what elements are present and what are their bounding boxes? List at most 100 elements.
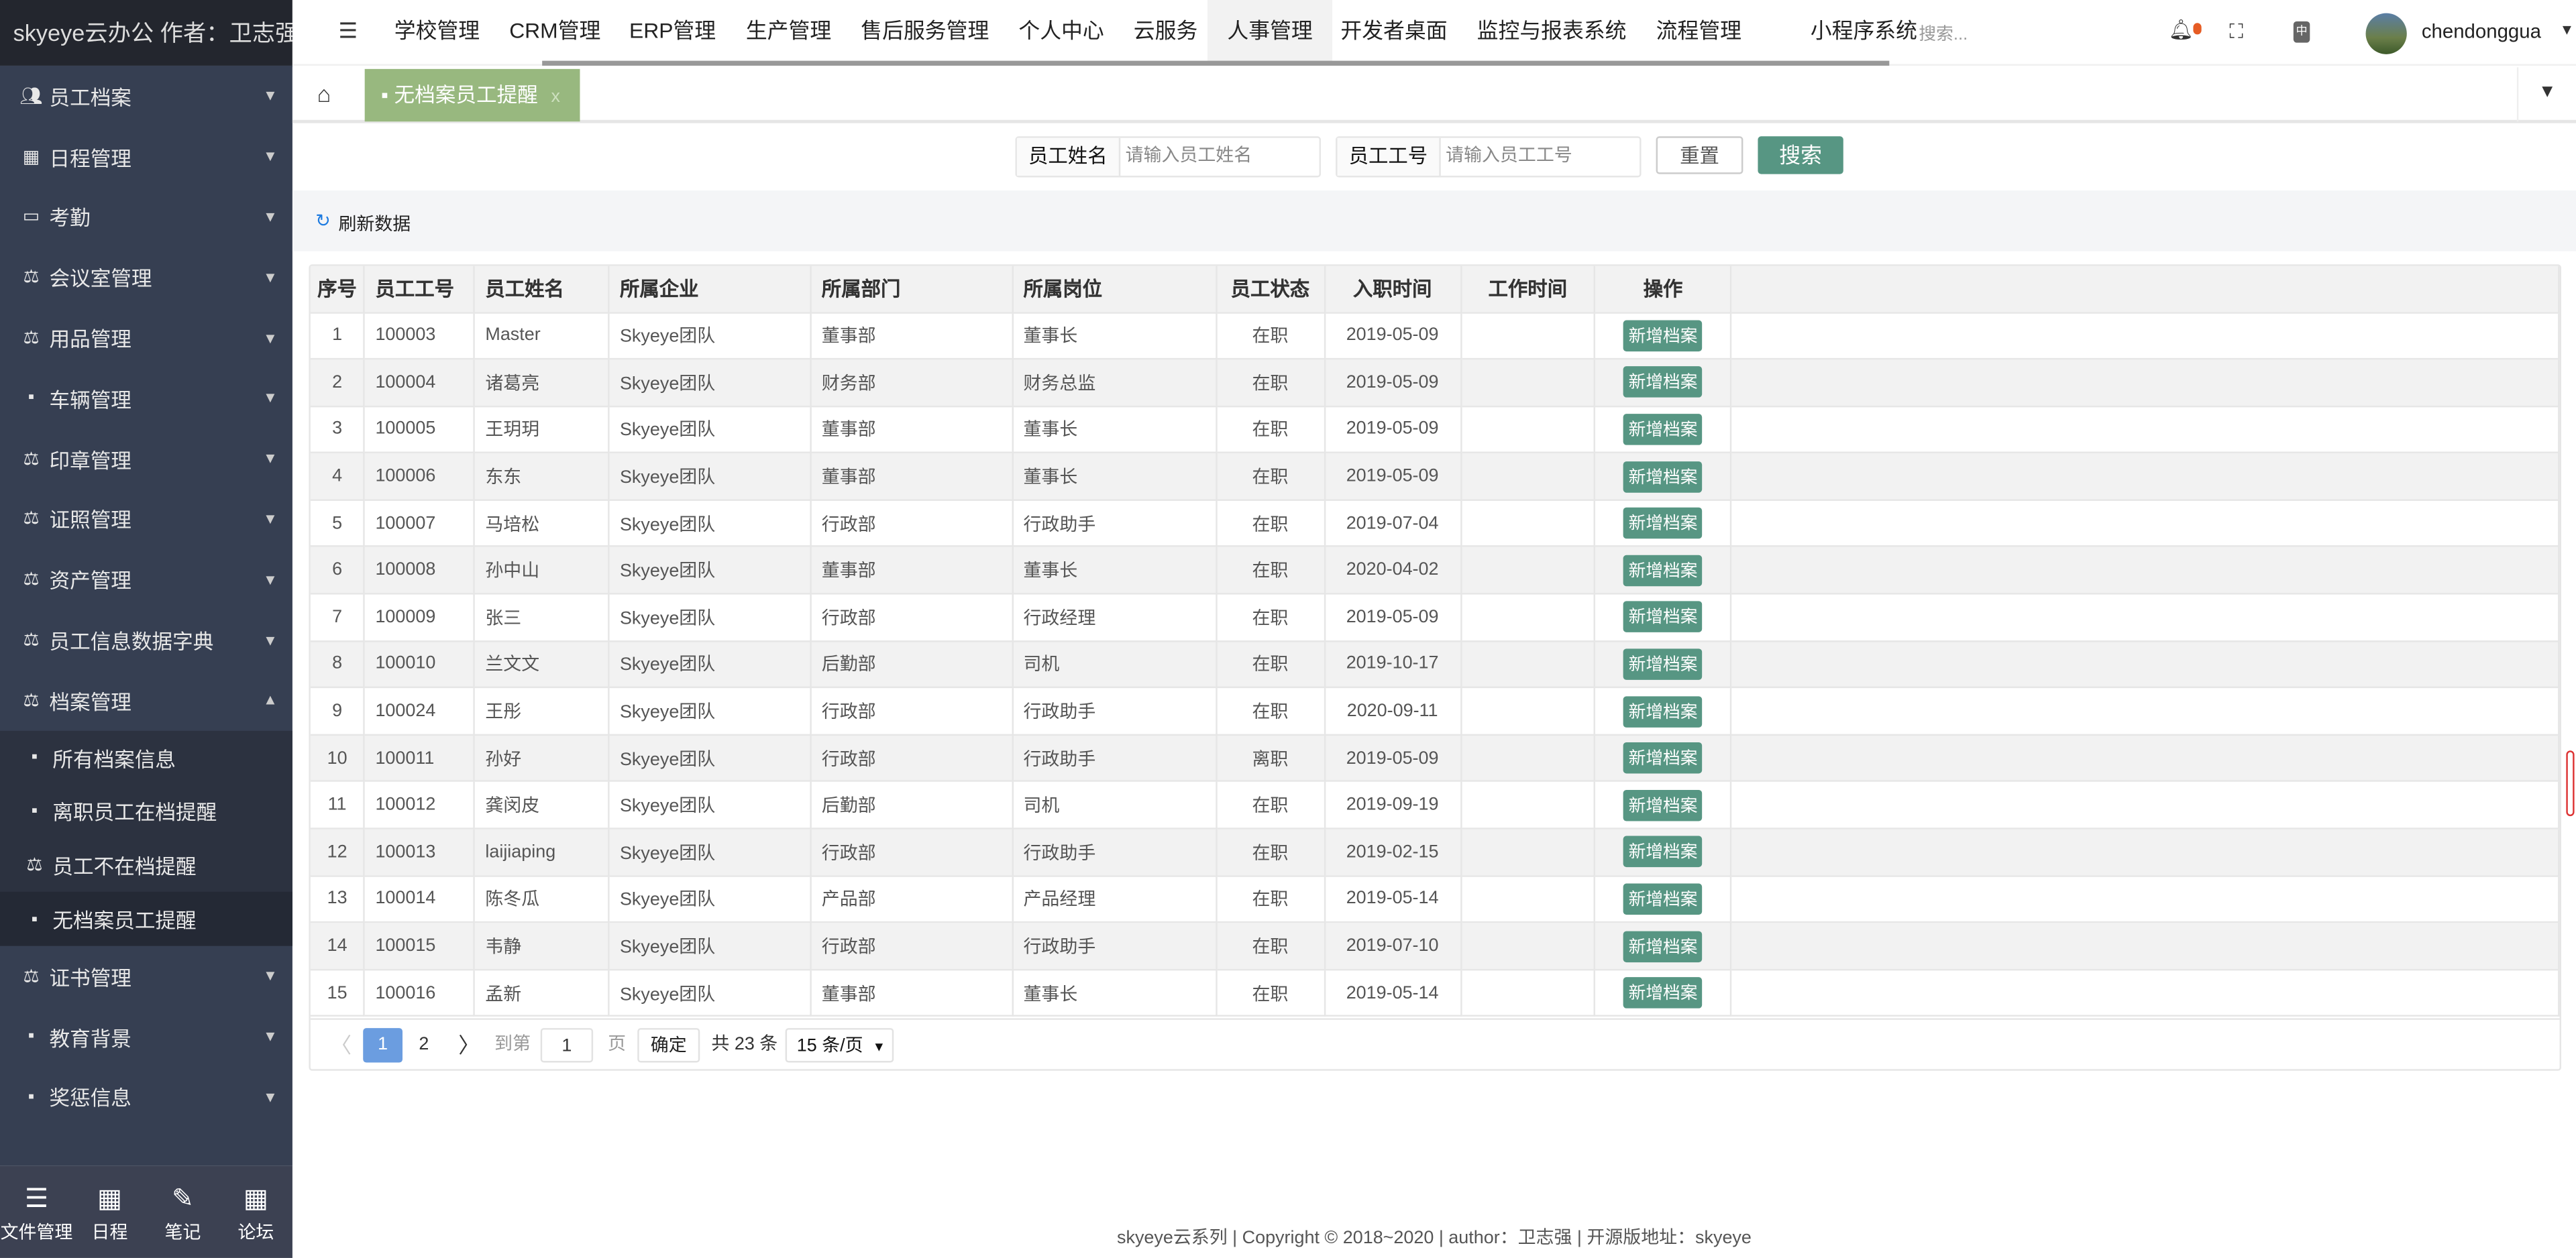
sidebar-item[interactable]: 👥︎ 员工档案 ▼	[0, 66, 292, 126]
page-scrollbar[interactable]	[2566, 750, 2575, 817]
employee-name-field[interactable]: 员工姓名 请输入员工姓名	[1015, 136, 1321, 178]
add-archive-button[interactable]: 新增档案	[1623, 555, 1703, 586]
table-row: 14 100015 韦静 Skyeye团队 行政部 行政助手 在职 2019-07-10 新增档…	[310, 922, 2560, 970]
employee-name-input[interactable]: 请输入员工姓名	[1120, 138, 1252, 176]
add-archive-button[interactable]: 新增档案	[1623, 883, 1703, 915]
bottom-button[interactable]: ☰ 文件管理	[0, 1166, 73, 1258]
table-cell: 在职	[1216, 359, 1326, 407]
add-archive-button[interactable]: 新增档案	[1623, 602, 1703, 633]
sidebar-item-label: 考勤	[49, 207, 91, 231]
sidebar-item[interactable]: ⚖ 证书管理 ▼	[0, 946, 292, 1007]
table-cell: laijiaping	[474, 828, 610, 876]
bottom-button[interactable]: ▦ 论坛	[219, 1166, 292, 1258]
table-cell: 行政助手	[1012, 500, 1217, 548]
avatar[interactable]	[2365, 13, 2407, 54]
sidebar-item[interactable]: ▪ 奖惩信息 ▼	[0, 1067, 292, 1127]
table-cell: 行政部	[810, 593, 1014, 642]
bottom-button[interactable]: ✎ 笔记	[146, 1166, 219, 1258]
reset-button[interactable]: 重置	[1656, 136, 1743, 174]
table-cell: Skyeye团队	[609, 593, 812, 642]
table-cell: 新增档案	[1595, 781, 1732, 830]
sidebar-item[interactable]: ⚖ 会议室管理 ▼	[0, 247, 292, 307]
sidebar-item[interactable]: ⚖ 员工信息数据字典 ▼	[0, 610, 292, 670]
add-archive-button[interactable]: 新增档案	[1623, 461, 1703, 492]
nav-item[interactable]: 小程序系统	[1790, 0, 1937, 62]
menu-toggle-icon[interactable]: ☰	[338, 18, 358, 44]
add-archive-button[interactable]: 新增档案	[1623, 695, 1703, 727]
nav-item[interactable]: 学校管理	[374, 0, 499, 62]
column-header: 所属部门	[810, 266, 1014, 313]
nav-item[interactable]: 售后服务管理	[841, 0, 1009, 62]
sidebar-item[interactable]: ⚖ 档案管理 ▲	[0, 670, 292, 730]
page-size-select[interactable]: 15 条/页 ▼	[785, 1028, 894, 1063]
tab-active[interactable]: ▪ 无档案员工提醒 x	[364, 68, 580, 122]
sidebar-item[interactable]: ▪ 无档案员工提醒	[0, 892, 292, 946]
table-cell: 5	[310, 500, 366, 548]
nav-item[interactable]: 监控与报表系统	[1457, 0, 1646, 62]
sidebar-item[interactable]: ⚖ 用品管理 ▼	[0, 307, 292, 367]
nav-item[interactable]: 云服务	[1114, 0, 1217, 62]
refresh-button[interactable]: 刷新数据	[338, 210, 411, 236]
sidebar-item[interactable]: ⚖ 员工不在档提醒	[0, 838, 292, 892]
sidebar-item[interactable]: ▪ 教育背景 ▼	[0, 1007, 292, 1067]
nav-item[interactable]: 开发者桌面	[1321, 0, 1467, 62]
add-archive-button[interactable]: 新增档案	[1623, 836, 1703, 868]
sidebar-item[interactable]: ▦ 日程管理 ▼	[0, 126, 292, 186]
sidebar-item[interactable]: ▪ 车辆管理 ▼	[0, 368, 292, 428]
add-archive-button[interactable]: 新增档案	[1623, 789, 1703, 821]
sidebar-item[interactable]: ⚖ 印章管理 ▼	[0, 428, 292, 489]
confirm-button[interactable]: 确定	[637, 1028, 700, 1063]
nav-item[interactable]: 流程管理	[1636, 0, 1761, 62]
next-page-icon[interactable]: 〉	[458, 1028, 480, 1062]
add-archive-button[interactable]: 新增档案	[1623, 414, 1703, 445]
nav-item[interactable]: 个人中心	[999, 0, 1124, 62]
sidebar-item[interactable]: ⚖ 证照管理 ▼	[0, 489, 292, 549]
prev-page-icon[interactable]: 〈	[330, 1028, 352, 1062]
employee-no-field[interactable]: 员工工号 请输入员工工号	[1336, 136, 1642, 178]
fullscreen-icon[interactable]: ⛶	[2229, 19, 2243, 44]
add-archive-button[interactable]: 新增档案	[1623, 508, 1703, 539]
add-archive-button[interactable]: 新增档案	[1623, 930, 1703, 962]
table-cell: 在职	[1216, 781, 1326, 830]
sidebar-item[interactable]: ⚖ 资产管理 ▼	[0, 549, 292, 610]
sidebar-item[interactable]: ▪ 所有档案信息	[0, 730, 292, 784]
add-archive-button[interactable]: 新增档案	[1623, 977, 1703, 1009]
search-input[interactable]: 搜索...	[1919, 21, 1968, 46]
table-cell: 在职	[1216, 640, 1326, 689]
refresh-icon[interactable]: ↻	[315, 210, 331, 231]
add-archive-button[interactable]: 新增档案	[1623, 742, 1703, 774]
add-archive-button[interactable]: 新增档案	[1623, 648, 1703, 680]
goto-page-input[interactable]: 1	[540, 1028, 594, 1063]
nav-scrollbar[interactable]	[542, 60, 1890, 66]
table-cell: 董事长	[1012, 406, 1217, 454]
bell-icon[interactable]: 🔔︎	[2169, 18, 2194, 41]
home-icon[interactable]: ⌂	[317, 80, 331, 107]
table-cell	[1731, 969, 2560, 1017]
page-1[interactable]: 1	[363, 1028, 403, 1063]
page-2[interactable]: 2	[413, 1028, 435, 1062]
table-cell: Skyeye团队	[609, 781, 812, 830]
table-cell: Skyeye团队	[609, 640, 812, 689]
nav-item[interactable]: 人事管理	[1208, 0, 1333, 63]
sidebar-item[interactable]: ▪ 离职员工在档提醒	[0, 785, 292, 838]
table-cell: 新增档案	[1595, 359, 1732, 407]
table-row: 2 100004 诸葛亮 Skyeye团队 财务部 财务总监 在职 2019-05-09 新增档…	[310, 359, 2560, 407]
username[interactable]: chendonggua	[2422, 19, 2569, 42]
language-icon[interactable]: 中	[2293, 21, 2310, 43]
table-cell: 行政经理	[1012, 593, 1217, 642]
sidebar-item[interactable]: ▭ 考勤 ▼	[0, 186, 292, 247]
add-archive-button[interactable]: 新增档案	[1623, 320, 1703, 351]
nav-item[interactable]: ERP管理	[610, 0, 736, 62]
nav-item[interactable]: 生产管理	[726, 0, 851, 62]
table-cell: 新增档案	[1595, 687, 1732, 736]
employee-no-input[interactable]: 请输入员工工号	[1441, 138, 1572, 176]
bottom-button[interactable]: ▦ 日程	[73, 1166, 146, 1258]
tabs-dropdown-icon[interactable]: ▼	[2516, 67, 2576, 122]
user-dropdown-icon[interactable]: ▼	[2560, 21, 2575, 38]
table-cell: 新增档案	[1595, 547, 1732, 595]
close-icon[interactable]: x	[551, 87, 559, 107]
table-cell: 100008	[364, 547, 476, 595]
search-button[interactable]: 搜索	[1758, 136, 1843, 174]
nav-item[interactable]: CRM管理	[490, 0, 621, 62]
add-archive-button[interactable]: 新增档案	[1623, 367, 1703, 398]
